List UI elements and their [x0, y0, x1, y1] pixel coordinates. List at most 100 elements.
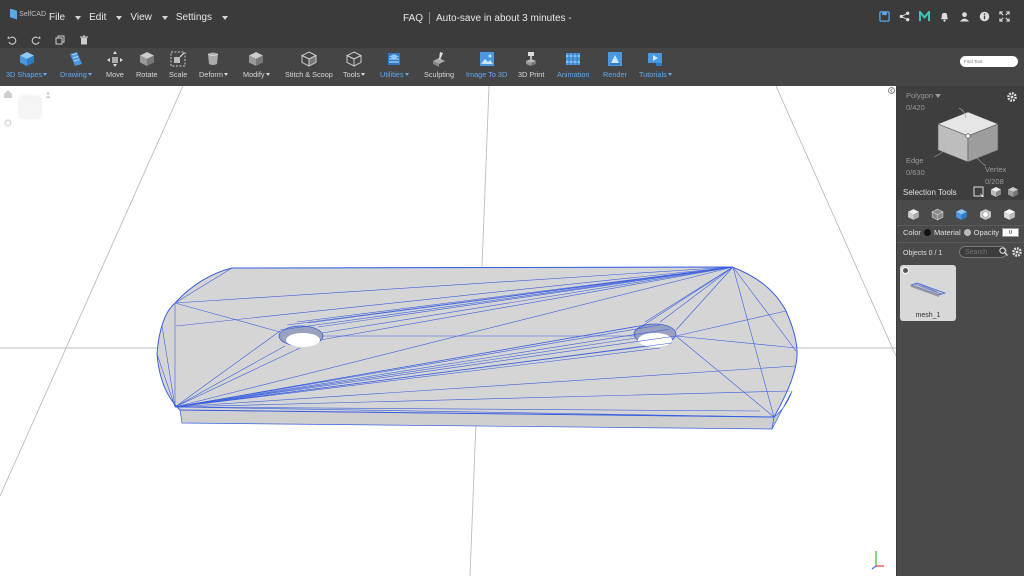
collapse-icon[interactable]: [888, 87, 895, 94]
chevron-down-icon: [265, 73, 270, 76]
menu-file[interactable]: File: [49, 12, 82, 23]
object-card-mesh[interactable]: mesh_1: [900, 265, 956, 321]
tool-modify[interactable]: Modify: [243, 51, 270, 79]
info-icon[interactable]: [979, 11, 990, 22]
chevron-down-icon: [75, 15, 82, 20]
material-label: Material: [933, 228, 961, 237]
undo-icon[interactable]: [7, 35, 17, 45]
tool-3d-print[interactable]: 3D Print: [518, 51, 544, 79]
tool-label: Drawing: [60, 70, 87, 79]
polygon-label: Polygon: [906, 91, 934, 100]
tool-label: Tutorials: [639, 70, 667, 79]
sculpting-icon: [433, 52, 446, 67]
tool-label: Deform: [199, 70, 223, 79]
menu-settings[interactable]: Settings: [176, 12, 228, 23]
solid-mode-icon[interactable]: [907, 208, 920, 221]
tool-deform[interactable]: Deform: [199, 51, 228, 79]
tool-image-to-3d[interactable]: Image To 3D: [466, 51, 507, 79]
faq-link[interactable]: FAQ: [403, 13, 423, 24]
selection-tools-icons: [973, 186, 1019, 198]
tool-label: Utilities: [380, 70, 404, 79]
chevron-down-icon: [161, 15, 168, 20]
3d-viewport[interactable]: [0, 86, 896, 576]
tool-stitch-scoop[interactable]: Stitch & Scoop: [285, 51, 333, 79]
search-icon[interactable]: [999, 247, 1008, 256]
tool-scale[interactable]: Scale: [169, 51, 187, 79]
view-settings-icon[interactable]: [4, 119, 12, 127]
select-checkbox[interactable]: [902, 267, 909, 274]
selection-cube-diagram[interactable]: [934, 108, 1002, 166]
xray-mode-icon[interactable]: [979, 208, 992, 221]
copy-icon[interactable]: [55, 35, 65, 45]
polygon-mode-dropdown[interactable]: Polygon: [906, 91, 942, 100]
wireframe-mode-icon[interactable]: [930, 208, 944, 221]
home-icon[interactable]: [4, 90, 12, 98]
tool-label: 3D Print: [518, 70, 545, 79]
view-cube[interactable]: [20, 97, 40, 117]
lasso-select-icon[interactable]: [990, 186, 1002, 198]
tool-label: Scale: [169, 70, 188, 79]
tool-rotate[interactable]: Rotate: [136, 51, 158, 79]
drawing-icon: [69, 52, 82, 66]
deform-icon: [208, 52, 219, 65]
scene-canvas[interactable]: [0, 86, 896, 576]
chevron-down-icon: [43, 73, 48, 76]
image-to-3d-icon: [479, 52, 494, 66]
tool-label: Animation: [557, 70, 590, 79]
user-icon[interactable]: [959, 11, 970, 22]
axes-indicator: [871, 551, 884, 570]
tool-sculpting[interactable]: Sculpting: [424, 51, 454, 79]
m-icon[interactable]: [919, 11, 930, 22]
tool-move[interactable]: Move: [106, 51, 124, 79]
tool-drawing[interactable]: Drawing: [60, 51, 92, 79]
chevron-down-icon: [404, 73, 409, 76]
chevron-down-icon: [223, 73, 228, 76]
animation-icon: [566, 53, 581, 65]
logo-text: SelfCAD: [19, 10, 46, 18]
gear-icon[interactable]: [1006, 91, 1018, 103]
tool-label: Move: [106, 70, 124, 79]
edge-label[interactable]: Edge: [906, 156, 924, 165]
find-tool-input[interactable]: [960, 56, 1018, 67]
trash-icon[interactable]: [79, 35, 89, 45]
tool-tutorials[interactable]: Tutorials: [639, 51, 672, 79]
move-icon: [106, 51, 123, 67]
select-all-icon[interactable]: [1007, 186, 1019, 198]
tool-utilities[interactable]: Utilities: [380, 51, 409, 79]
tool-label: Sculpting: [424, 70, 455, 79]
save-icon[interactable]: [879, 11, 890, 22]
selfcad-logo[interactable]: SelfCAD: [10, 7, 46, 21]
tool-3d-shapes[interactable]: 3D Shapes: [6, 51, 48, 79]
gear-icon[interactable]: [1011, 246, 1023, 258]
menu-edit[interactable]: Edit: [89, 12, 123, 23]
person-icon[interactable]: [45, 92, 51, 98]
cube-icon: [19, 52, 34, 66]
box-select-icon[interactable]: [973, 186, 985, 198]
chevron-down-icon: [87, 73, 92, 76]
chevron-down-icon: [361, 73, 366, 76]
title-area: FAQ Auto-save in about 3 minutes -: [403, 12, 572, 24]
fullscreen-icon[interactable]: [999, 11, 1010, 22]
mesh-object[interactable]: [156, 266, 798, 430]
display-mode-row: [897, 204, 1024, 224]
chevron-down-icon: [222, 15, 228, 20]
view-cube-widget[interactable]: [3, 88, 51, 130]
transparent-mode-icon[interactable]: [1003, 208, 1016, 221]
tool-label: Render: [603, 70, 627, 79]
opacity-label: Opacity: [973, 228, 1000, 237]
vertex-label[interactable]: Vertex: [985, 165, 1006, 174]
tool-animation[interactable]: Animation: [557, 51, 589, 79]
bell-icon[interactable]: [939, 11, 950, 22]
panel-divider: [897, 225, 1024, 226]
menu-view[interactable]: View: [130, 12, 168, 23]
tool-label: Stitch & Scoop: [285, 70, 333, 79]
shaded-wire-mode-icon[interactable]: [955, 208, 968, 221]
tool-render[interactable]: Render: [603, 51, 627, 79]
material-swatch[interactable]: [963, 229, 971, 236]
tool-tools[interactable]: Tools: [343, 51, 366, 79]
redo-icon[interactable]: [31, 35, 41, 45]
color-swatch[interactable]: [923, 229, 931, 236]
modify-icon: [249, 52, 264, 66]
share-icon[interactable]: [899, 11, 910, 22]
opacity-input[interactable]: [1002, 228, 1020, 237]
